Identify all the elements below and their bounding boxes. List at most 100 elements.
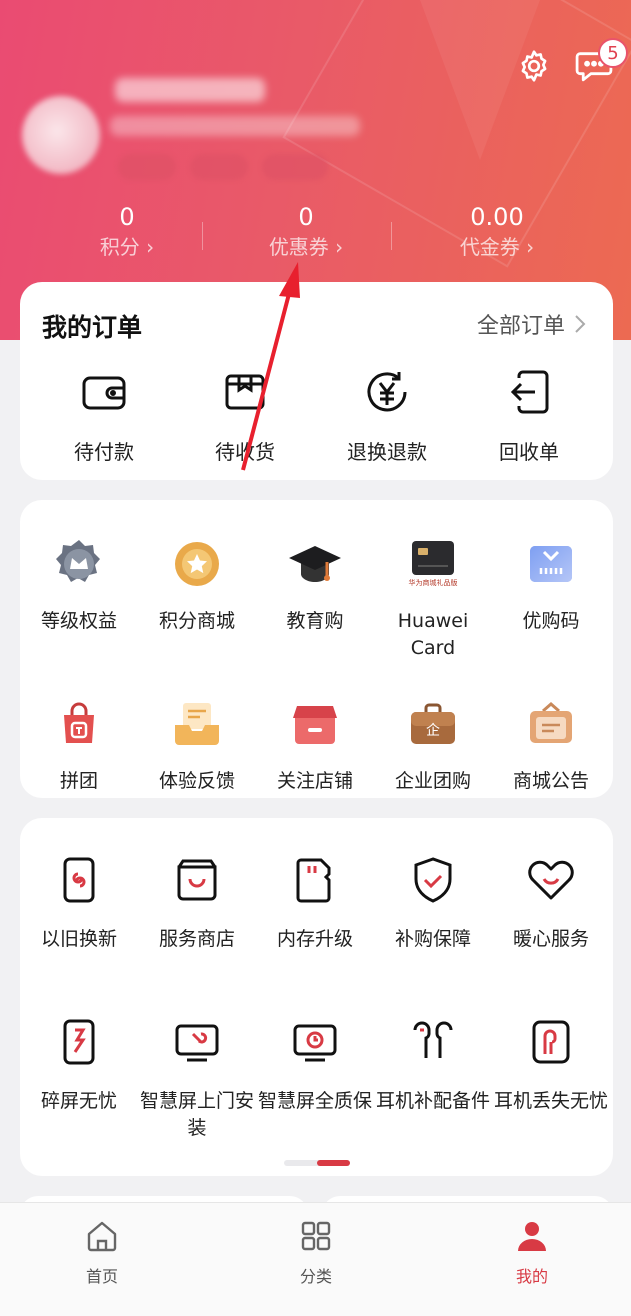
service-tv-installation[interactable]: 智慧屏上门安装	[138, 1016, 256, 1142]
blurred-tag	[262, 154, 328, 180]
crown-badge-icon	[51, 536, 107, 592]
vouchers-label: 代金券 ›	[459, 235, 535, 259]
trade-in-phone-icon	[53, 854, 105, 906]
service-service-store[interactable]: 服务商店	[138, 854, 256, 953]
service-feedback[interactable]: 体验反馈	[138, 696, 256, 795]
service-warm-care[interactable]: 暖心服务	[492, 854, 610, 953]
service-label: 智慧屏上门安装	[139, 1090, 254, 1139]
service-tv-warranty[interactable]: 智慧屏全质保	[256, 1016, 374, 1115]
service-group-buy[interactable]: 拼团	[20, 696, 138, 795]
order-pending-payment[interactable]: 待付款	[39, 368, 169, 465]
order-item-label: 待付款	[74, 440, 134, 464]
order-refund[interactable]: 退换退款	[322, 368, 452, 465]
service-label: 智慧屏全质保	[257, 1090, 372, 1112]
service-label: 教育购	[286, 610, 344, 632]
yen-refund-icon	[363, 368, 411, 416]
device-services-card: 以旧换新 服务商店 内存升级 补购保障 暖心服务 碎屏无忧 智慧屏上门安装 智慧…	[20, 818, 613, 1176]
service-level-benefits[interactable]: 等级权益	[20, 536, 138, 635]
coupons-label: 优惠券 ›	[268, 235, 344, 259]
category-grid-icon	[299, 1219, 333, 1253]
heart-smile-icon	[525, 854, 577, 906]
gift-card-caption: 华为商城礼品版	[408, 579, 458, 587]
page-indicator	[284, 1160, 350, 1166]
order-item-label: 退换退款	[347, 440, 427, 464]
tab-home[interactable]: 首页	[42, 1219, 162, 1287]
chevron-right-icon	[575, 315, 586, 333]
sd-card-icon	[289, 854, 341, 906]
tv-install-icon	[171, 1016, 223, 1068]
person-icon	[515, 1219, 549, 1253]
feedback-tray-icon	[169, 696, 225, 752]
service-label: 服务商店	[158, 928, 235, 950]
points-value: 0	[119, 203, 135, 231]
page-indicator-active	[317, 1160, 350, 1166]
vouchers-value: 0.00	[470, 203, 524, 231]
broken-screen-icon	[53, 1016, 105, 1068]
recycle-in-icon	[505, 368, 553, 416]
service-trade-in[interactable]: 以旧换新	[20, 854, 138, 953]
service-label: 商城公告	[512, 770, 589, 792]
tab-mine[interactable]: 我的	[472, 1219, 592, 1287]
tab-label: 分类	[299, 1267, 332, 1286]
service-education[interactable]: 教育购	[256, 536, 374, 635]
package-icon	[221, 368, 269, 416]
service-store-icon	[171, 854, 223, 906]
service-points-mall[interactable]: 积分商城	[138, 536, 256, 635]
service-enterprise-buy[interactable]: 企 企业团购	[374, 696, 492, 795]
service-mall-notice[interactable]: 商城公告	[492, 696, 610, 795]
blurred-tag	[190, 154, 248, 180]
service-label: 积分商城	[158, 610, 235, 632]
order-item-label: 待收货	[215, 440, 275, 464]
star-coin-icon	[169, 536, 225, 592]
stat-divider	[202, 222, 203, 250]
service-purchase-protection[interactable]: 补购保障	[374, 854, 492, 953]
service-screen-insurance[interactable]: 碎屏无忧	[20, 1016, 138, 1115]
service-memory-upgrade[interactable]: 内存升级	[256, 854, 374, 953]
service-huawei-card[interactable]: 华为商城礼品版 Huawei Card	[374, 536, 492, 662]
bottom-tab-bar: 首页 分类 我的	[0, 1202, 631, 1316]
earbuds-icon	[407, 1016, 459, 1068]
tab-category[interactable]: 分类	[256, 1219, 376, 1287]
service-label: 等级权益	[40, 610, 117, 632]
svg-text:企: 企	[426, 722, 440, 739]
blurred-user-info	[110, 116, 360, 136]
service-label: 以旧换新	[40, 928, 117, 950]
service-followed-stores[interactable]: 关注店铺	[256, 696, 374, 795]
briefcase-icon: 企	[405, 696, 461, 752]
graduation-cap-icon	[287, 536, 343, 592]
service-label: 碎屏无忧	[40, 1090, 117, 1112]
service-earbud-parts[interactable]: 耳机补配备件	[374, 1016, 492, 1115]
tv-warranty-icon	[289, 1016, 341, 1068]
orders-title: 我的订单	[42, 313, 143, 342]
order-recycle[interactable]: 回收单	[464, 368, 594, 465]
avatar[interactable]	[22, 96, 100, 174]
service-label: 补购保障	[394, 928, 471, 950]
blurred-username	[115, 78, 265, 102]
service-label: 企业团购	[394, 770, 471, 792]
service-label: 耳机补配备件	[375, 1090, 490, 1112]
service-label: 拼团	[59, 770, 98, 792]
settings-gear-icon[interactable]	[514, 46, 554, 86]
blurred-tag	[118, 154, 176, 180]
group-bag-icon	[51, 696, 107, 752]
vouchers-stat[interactable]: 0.00 代金券 ›	[397, 202, 597, 262]
coupon-code-icon	[523, 536, 579, 592]
tab-label: 首页	[85, 1267, 118, 1286]
points-stat[interactable]: 0 积分 ›	[27, 202, 227, 262]
store-icon	[287, 696, 343, 752]
service-label: 耳机丢失无忧	[493, 1090, 608, 1112]
coupons-stat[interactable]: 0 优惠券 ›	[206, 202, 406, 262]
points-label: 积分 ›	[99, 235, 155, 259]
service-label: 暖心服务	[512, 928, 589, 950]
tab-label: 我的	[515, 1267, 548, 1286]
service-label: 体验反馈	[158, 770, 235, 792]
all-orders-link[interactable]: 全部订单	[477, 308, 587, 340]
service-promo-code[interactable]: 优购码	[492, 536, 610, 635]
earbud-lost-icon	[525, 1016, 577, 1068]
service-earbud-loss[interactable]: 耳机丢失无忧	[492, 1016, 610, 1115]
coupons-value: 0	[298, 203, 314, 231]
gift-card-icon: 华为商城礼品版	[405, 536, 461, 592]
shield-check-icon	[407, 854, 459, 906]
order-pending-receipt[interactable]: 待收货	[180, 368, 310, 465]
messages-badge: 5	[598, 38, 628, 68]
